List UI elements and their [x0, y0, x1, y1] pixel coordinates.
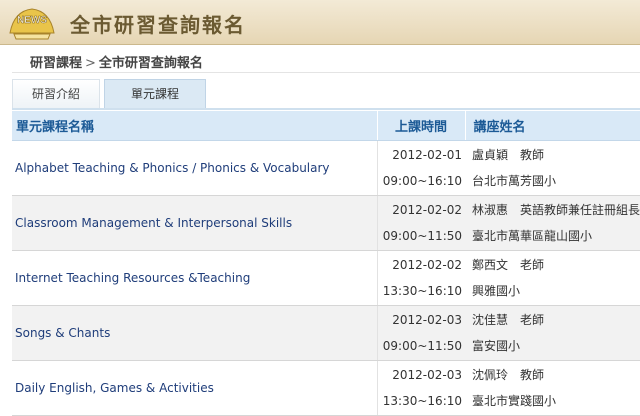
tab-unit-courses[interactable]: 單元課程	[104, 79, 206, 108]
tab-underline	[12, 108, 640, 110]
breadcrumb-current: 全市研習查詢報名	[98, 56, 203, 71]
lecturer-school: 臺北市萬華區龍山國小	[472, 229, 593, 243]
course-hours: 09:00~16:10	[382, 174, 462, 188]
course-date: 2012-02-01	[392, 148, 462, 162]
breadcrumb: 研習課程 > 全市研習查詢報名	[30, 52, 203, 71]
lecturer-name: 林淑惠 英語教師兼任註冊組長	[472, 203, 640, 217]
divider	[12, 72, 640, 73]
lecturer-school: 興雅國小	[472, 284, 521, 298]
lecturer-school: 台北市萬芳國小	[472, 174, 557, 188]
course-name-link[interactable]: Internet Teaching Resources &Teaching	[12, 250, 377, 306]
table-row[interactable]: Internet Teaching Resources &Teaching 20…	[12, 250, 640, 306]
lecturer-cell: 林淑惠 英語教師兼任註冊組長 臺北市萬華區龍山國小	[465, 195, 640, 251]
lecturer-cell: 盧貞穎 教師 台北市萬芳國小	[465, 140, 640, 196]
breadcrumb-parent-link[interactable]: 研習課程	[30, 56, 82, 71]
tab-bar: 研習介紹 單元課程	[12, 79, 640, 108]
table-header-row: 單元課程名稱 上課時間 講座姓名	[12, 111, 640, 141]
lecturer-cell: 鄭西文 老師 興雅國小	[465, 250, 640, 306]
tab-introduction[interactable]: 研習介紹	[12, 79, 100, 108]
lecturer-name: 沈佳慧 老師	[472, 313, 545, 327]
breadcrumb-separator: >	[85, 56, 96, 71]
logo-text: NEWS	[17, 15, 47, 26]
course-table: 單元課程名稱 上課時間 講座姓名 Alphabet Teaching & Pho…	[12, 111, 640, 416]
course-hours: 09:00~11:50	[382, 339, 462, 353]
table-row[interactable]: Daily English, Games & Activities 2012-0…	[12, 360, 640, 416]
course-hours: 13:30~16:10	[382, 284, 462, 298]
course-hours: 13:30~16:10	[382, 394, 462, 408]
lecturer-cell: 沈佩玲 教師 臺北市實踐國小	[465, 360, 640, 416]
course-name-link[interactable]: Daily English, Games & Activities	[12, 360, 377, 416]
table-row[interactable]: Songs & Chants 2012-02-03 09:00~11:50 沈佳…	[12, 305, 640, 361]
lecturer-cell: 沈佳慧 老師 富安國小	[465, 305, 640, 361]
table-row[interactable]: Classroom Management & Interpersonal Ski…	[12, 195, 640, 251]
lecturer-name: 鄭西文 老師	[472, 258, 545, 272]
course-time: 2012-02-02 09:00~11:50	[376, 195, 465, 251]
lecturer-name: 沈佩玲 教師	[472, 368, 545, 382]
course-name-link[interactable]: Classroom Management & Interpersonal Ski…	[12, 195, 377, 251]
course-hours: 09:00~11:50	[382, 229, 462, 243]
course-time: 2012-02-03 09:00~11:50	[376, 305, 465, 361]
table-row[interactable]: Alphabet Teaching & Phonics / Phonics & …	[12, 140, 640, 196]
course-name-link[interactable]: Songs & Chants	[12, 305, 377, 361]
course-name-link[interactable]: Alphabet Teaching & Phonics / Phonics & …	[12, 140, 377, 196]
column-header-time: 上課時間	[376, 111, 465, 141]
lecturer-school: 富安國小	[472, 339, 521, 353]
course-time: 2012-02-02 13:30~16:10	[376, 250, 465, 306]
news-logo-icon[interactable]: NEWS	[4, 3, 60, 41]
course-date: 2012-02-02	[392, 203, 462, 217]
course-date: 2012-02-03	[392, 313, 462, 327]
course-time: 2012-02-01 09:00~16:10	[376, 140, 465, 196]
course-date: 2012-02-03	[392, 368, 462, 382]
column-header-lecturer: 講座姓名	[464, 111, 640, 141]
lecturer-name: 盧貞穎 教師	[472, 148, 545, 162]
lecturer-school: 臺北市實踐國小	[472, 394, 557, 408]
site-header: NEWS 全市研習查詢報名	[0, 0, 640, 45]
site-title: 全市研習查詢報名	[70, 13, 246, 37]
course-date: 2012-02-02	[392, 258, 462, 272]
column-header-name: 單元課程名稱	[12, 111, 377, 141]
course-time: 2012-02-03 13:30~16:10	[376, 360, 465, 416]
